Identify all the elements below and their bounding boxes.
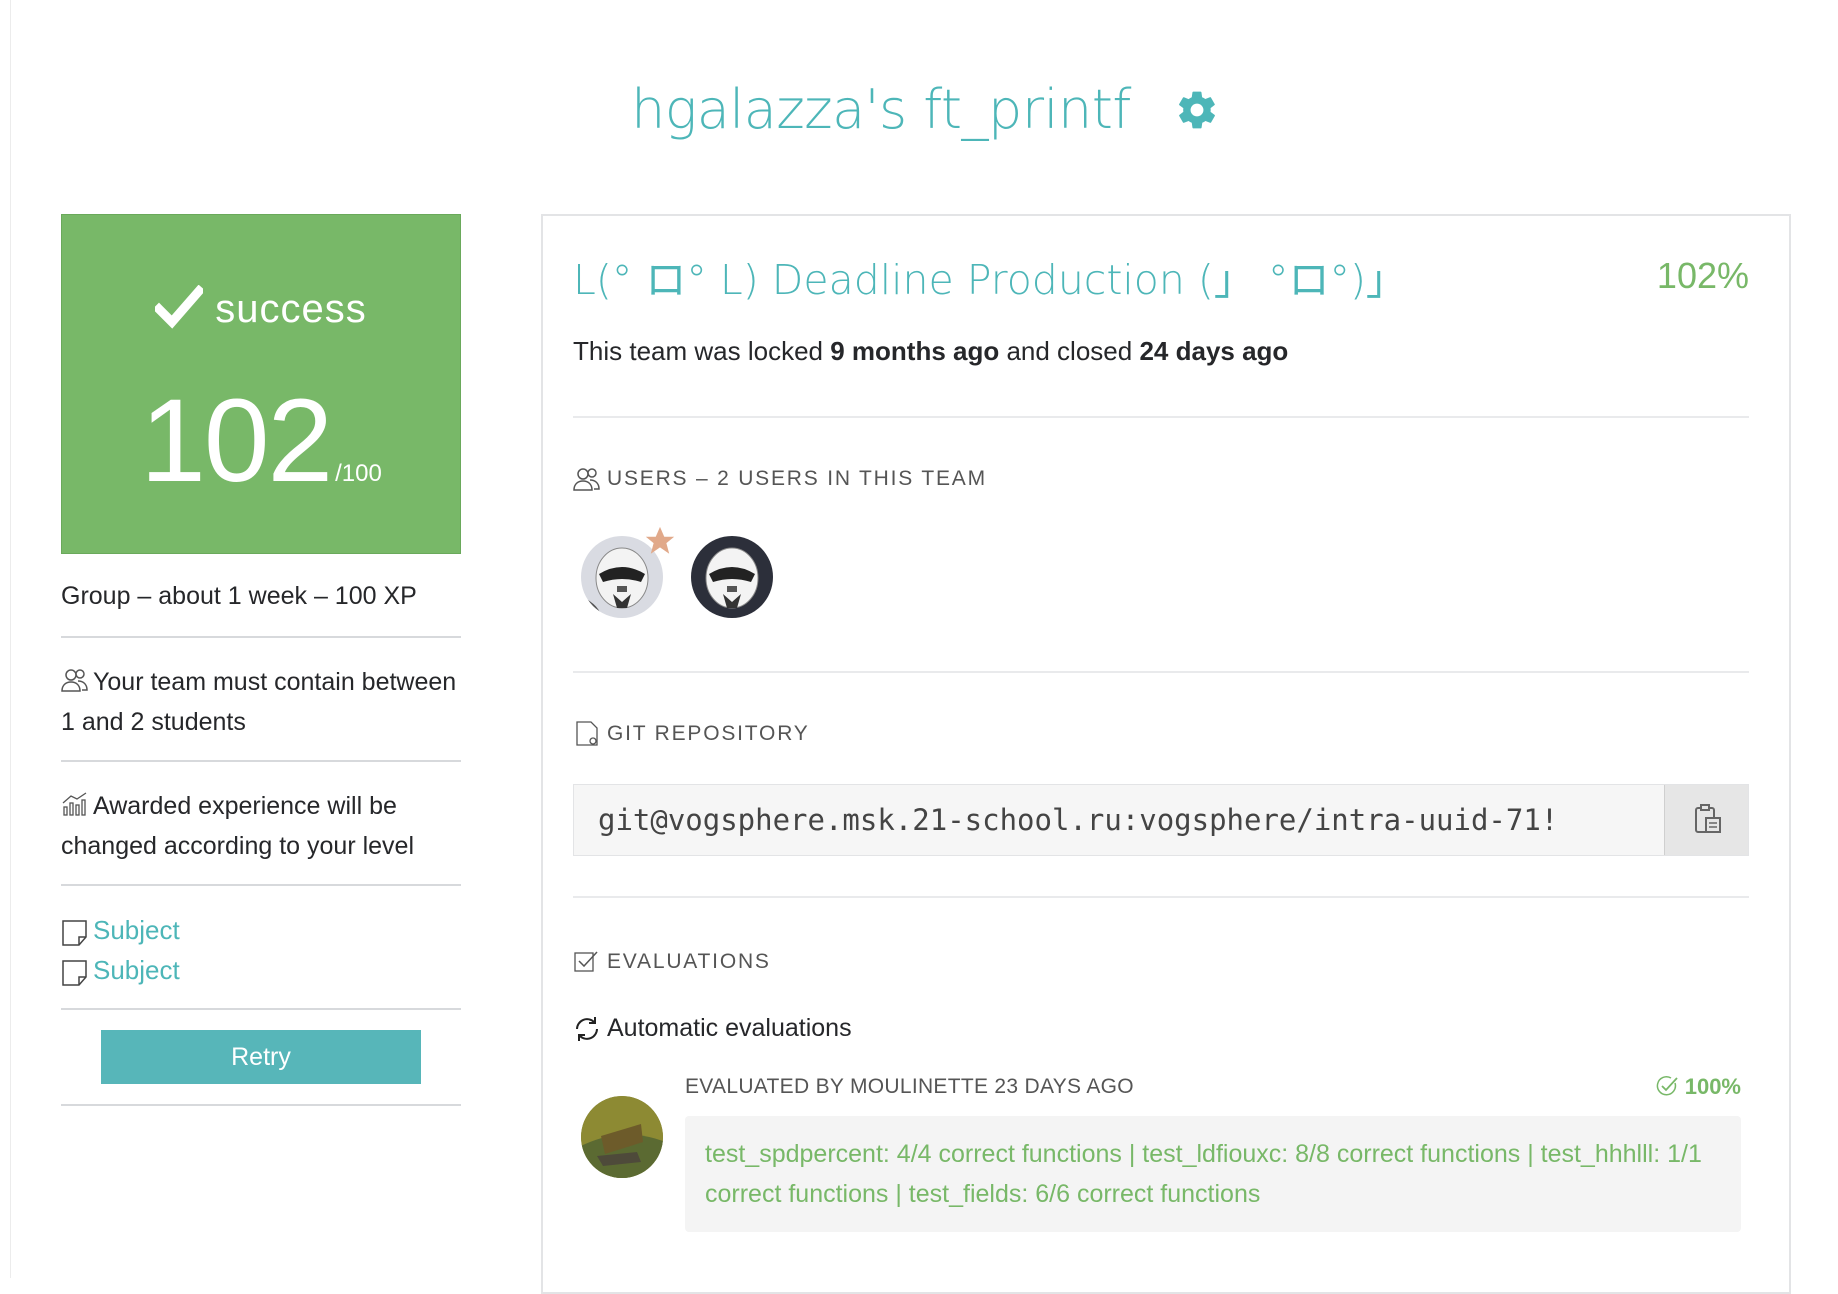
subject-link-label: Subject bbox=[93, 955, 180, 985]
copy-button[interactable] bbox=[1664, 785, 1748, 855]
git-section-title: GIT REPOSITORY bbox=[573, 721, 810, 747]
subject-link-label: Subject bbox=[93, 915, 180, 945]
page-title: hgalazza's ft_printf bbox=[631, 78, 1131, 141]
team-header: L(° ロ° L) Deadline Production (」 °ロ°)」 1… bbox=[573, 246, 1749, 306]
final-score: 102 bbox=[140, 375, 333, 507]
divider bbox=[573, 416, 1749, 418]
repo-url-input[interactable]: git@vogsphere.msk.21-school.ru:vogsphere… bbox=[574, 785, 1664, 855]
experience-text: Awarded experience will be changed accor… bbox=[61, 792, 415, 860]
evaluation-score: 100% bbox=[1655, 1074, 1741, 1100]
users-icon bbox=[573, 466, 601, 492]
evaluator-info: EVALUATED BY MOULINETTE 23 DAYS AGO bbox=[685, 1075, 1134, 1098]
evaluation-score-value: 100% bbox=[1684, 1074, 1741, 1099]
divider bbox=[573, 896, 1749, 898]
subject-link[interactable]: Subject bbox=[61, 910, 461, 950]
status-box: success 102 /100 bbox=[61, 214, 461, 554]
document-icon bbox=[573, 721, 601, 747]
checkbox-icon bbox=[573, 949, 601, 975]
clipboard-icon bbox=[1694, 804, 1721, 833]
checkmark-icon bbox=[152, 284, 206, 334]
team-size-info: Your team must contain between 1 and 2 s… bbox=[61, 638, 461, 762]
retry-section: Retry bbox=[61, 1010, 461, 1106]
users-section-title: USERS – 2 USERS IN THIS TEAM bbox=[573, 466, 987, 492]
divider bbox=[573, 671, 1749, 673]
avatar[interactable] bbox=[691, 536, 773, 618]
subject-link[interactable]: Subject bbox=[61, 950, 461, 990]
experience-info: Awarded experience will be changed accor… bbox=[61, 762, 461, 886]
team-members bbox=[581, 526, 801, 618]
close-time: 24 days ago bbox=[1139, 336, 1289, 366]
chart-icon bbox=[61, 789, 89, 816]
document-icon bbox=[61, 917, 89, 946]
auto-eval-label: Automatic evaluations bbox=[607, 1014, 852, 1042]
retry-button[interactable]: Retry bbox=[101, 1030, 421, 1084]
evaluations-section-title: EVALUATIONS bbox=[573, 949, 771, 975]
lock-mid: and closed bbox=[999, 336, 1140, 366]
score-line: 102 /100 bbox=[62, 373, 460, 509]
team-name: L(° ロ° L) Deadline Production (」 °ロ°)」 bbox=[573, 256, 1407, 304]
score-max: /100 bbox=[335, 460, 382, 487]
automatic-evaluations-heading: Automatic evaluations bbox=[573, 1014, 852, 1043]
check-circle-icon bbox=[1656, 1076, 1678, 1096]
users-icon bbox=[61, 665, 89, 692]
repo-field: git@vogsphere.msk.21-school.ru:vogsphere… bbox=[573, 784, 1749, 856]
lock-time: 9 months ago bbox=[830, 336, 1000, 366]
star-icon bbox=[643, 524, 677, 558]
status-line: success bbox=[62, 284, 460, 334]
lock-prefix: This team was locked bbox=[573, 336, 831, 366]
users-title-label: USERS – 2 USERS IN THIS TEAM bbox=[607, 467, 987, 490]
team-lock-status: This team was locked 9 months ago and cl… bbox=[573, 336, 1288, 367]
status-label: success bbox=[215, 287, 367, 331]
project-duration: Group – about 1 week – 100 XP bbox=[61, 554, 461, 638]
group-line: Group – about 1 week – 100 XP bbox=[61, 582, 417, 610]
team-size-text: Your team must contain between 1 and 2 s… bbox=[61, 668, 457, 736]
moulinette-avatar[interactable] bbox=[581, 1096, 663, 1178]
evaluations-title-label: EVALUATIONS bbox=[607, 950, 771, 973]
page-header: hgalazza's ft_printf bbox=[11, 78, 1838, 141]
gear-icon[interactable] bbox=[1175, 88, 1219, 132]
refresh-icon bbox=[573, 1016, 601, 1042]
evaluation-result: test_spdpercent: 4/4 correct functions |… bbox=[685, 1116, 1741, 1232]
document-icon bbox=[61, 957, 89, 986]
subject-links: Subject Subject bbox=[61, 886, 461, 1010]
page: hgalazza's ft_printf success 102 /100 Gr… bbox=[10, 0, 1838, 1294]
team-percentage: 102% bbox=[1656, 255, 1749, 296]
git-title-label: GIT REPOSITORY bbox=[607, 722, 810, 745]
team-panel: L(° ロ° L) Deadline Production (」 °ロ°)」 1… bbox=[541, 214, 1791, 1294]
avatar[interactable] bbox=[581, 526, 675, 618]
evaluation-meta: EVALUATED BY MOULINETTE 23 DAYS AGO 100% bbox=[685, 1074, 1741, 1100]
project-sidebar: success 102 /100 Group – about 1 week – … bbox=[61, 214, 461, 1106]
stormtrooper-avatar-image bbox=[691, 536, 773, 618]
